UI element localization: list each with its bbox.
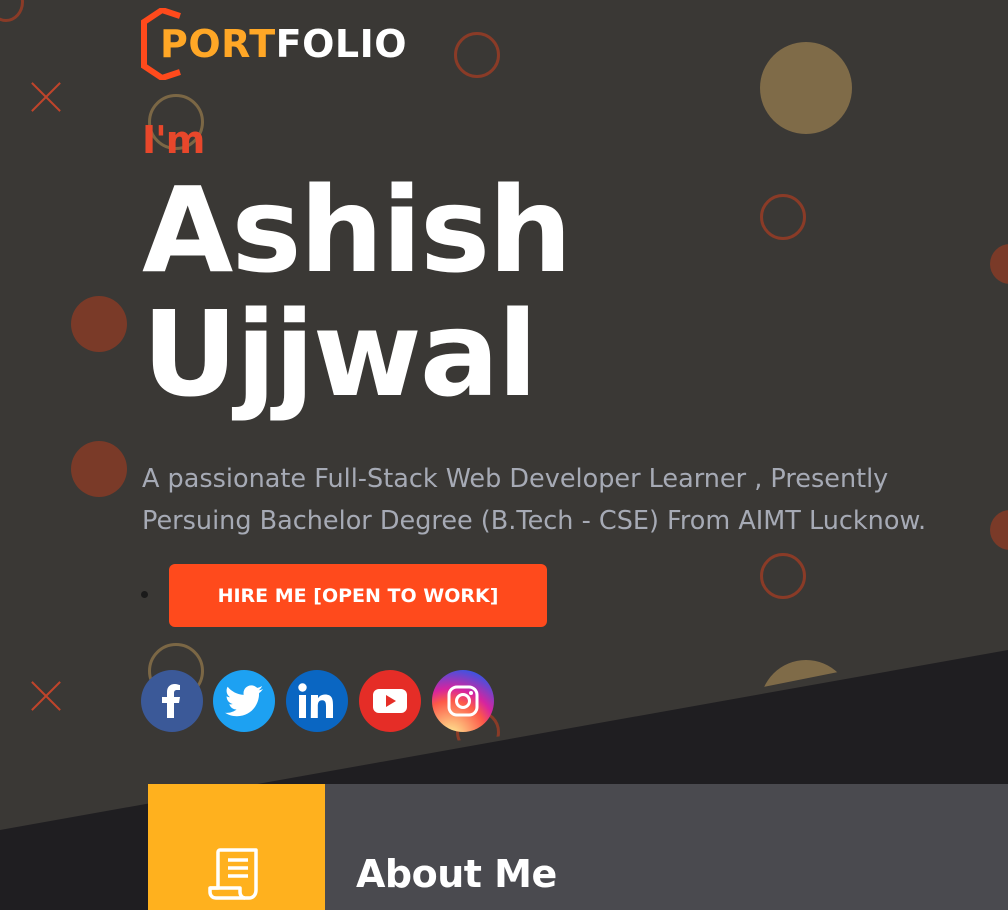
youtube-icon [373, 689, 407, 713]
tagline-line-2: Persuing Bachelor Degree (B.Tech - CSE) … [142, 506, 927, 536]
decor-ring [760, 553, 806, 599]
decor-ring [454, 32, 500, 78]
facebook-icon [162, 684, 180, 718]
about-title: About Me [356, 852, 557, 896]
linkedin-icon [298, 683, 333, 718]
hero-last-name: Ujjwal [142, 285, 538, 423]
hero-first-name: Ashish [142, 161, 572, 299]
hero-greeting: I'm [142, 118, 205, 162]
logo-port: PORT [160, 22, 276, 66]
decor-dot [990, 244, 1008, 284]
hero-tagline: A passionate Full-Stack Web Developer Le… [142, 458, 1002, 542]
logo-text: PORTFOLIO [160, 22, 407, 66]
logo[interactable]: PORTFOLIO [140, 8, 407, 80]
decor-cross [28, 79, 64, 115]
about-card: About Me [148, 784, 1008, 910]
logo-folio: FOLIO [275, 22, 408, 66]
twitter-icon [225, 685, 263, 717]
hire-me-button[interactable]: HIRE ME [OPEN TO WORK] [169, 564, 547, 627]
decor-dot [760, 42, 852, 134]
youtube-link[interactable] [359, 670, 421, 732]
tagline-line-1: A passionate Full-Stack Web Developer Le… [142, 464, 889, 494]
document-icon [208, 848, 258, 900]
decor-ring [760, 194, 806, 240]
facebook-link[interactable] [141, 670, 203, 732]
twitter-link[interactable] [213, 670, 275, 732]
decor-dot [71, 441, 127, 497]
decor-ring [0, 0, 24, 22]
decor-dot [71, 296, 127, 352]
instagram-icon [447, 685, 479, 717]
decor-cross [28, 678, 64, 714]
hero-name: Ashish Ujjwal [142, 161, 572, 423]
about-icon-box [148, 784, 325, 910]
list-bullet [141, 591, 148, 598]
instagram-link[interactable] [432, 670, 494, 732]
linkedin-link[interactable] [286, 670, 348, 732]
